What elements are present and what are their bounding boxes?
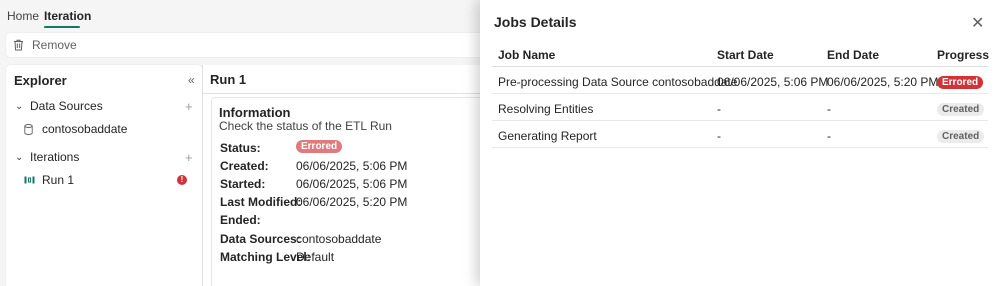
data-sources-label: Data Sources xyxy=(30,99,103,113)
add-icon[interactable]: + xyxy=(185,99,193,114)
run-detail-pane: Run 1 Information Check the status of th… xyxy=(202,65,483,286)
data-sources-field-value: contosobaddate xyxy=(296,232,382,246)
information-subtitle: Check the status of the ETL Run xyxy=(219,119,392,133)
matching-level-value: Default xyxy=(296,250,335,264)
status-value: Errored xyxy=(296,138,343,153)
job-start-date: 06/06/2025, 5:06 PM xyxy=(717,75,829,89)
table-row[interactable]: Pre-processing Data Source contosobaddat… xyxy=(492,67,988,94)
chevron-down-icon[interactable]: ⌄ xyxy=(15,101,23,112)
table-header: Job Name Start Date End Date Progress xyxy=(492,40,990,67)
tab-home[interactable]: Home xyxy=(7,9,39,23)
panel-title: Jobs Details xyxy=(494,14,577,30)
information-title: Information xyxy=(219,105,291,120)
tree-group-data-sources[interactable]: ⌄ Data Sources + xyxy=(6,96,202,116)
table-row[interactable]: Resolving Entities - - Created xyxy=(492,94,988,121)
started-label: Started: xyxy=(220,177,266,191)
remove-button[interactable]: Remove xyxy=(13,38,77,52)
status-badge: Created xyxy=(937,103,985,116)
tree-item-run-1[interactable]: Run 1 ! xyxy=(6,170,202,190)
job-end-date: 06/06/2025, 5:20 PM xyxy=(827,75,939,89)
column-header-job-name: Job Name xyxy=(498,48,556,62)
information-card: Information Check the status of the ETL … xyxy=(211,97,483,286)
last-modified-value: 06/06/2025, 5:20 PM xyxy=(296,195,408,209)
iteration-icon xyxy=(24,176,35,184)
job-name: Pre-processing Data Source contosobaddat… xyxy=(498,75,738,89)
created-label: Created: xyxy=(220,159,269,173)
jobs-details-panel: Jobs Details ✕ Job Name Start Date End D… xyxy=(480,0,999,286)
data-sources-field-label: Data Sources: xyxy=(220,232,301,246)
explorer-panel: Explorer « ⌄ Data Sources + contosobadda… xyxy=(6,65,202,286)
chevron-down-icon[interactable]: ⌄ xyxy=(15,152,23,163)
run-title: Run 1 xyxy=(210,72,247,87)
jobs-table: Job Name Start Date End Date Progress Pr… xyxy=(492,40,990,148)
job-start-date: - xyxy=(717,129,721,143)
status-badge: Created xyxy=(937,130,985,143)
tree-item-contosobaddate[interactable]: contosobaddate xyxy=(6,119,202,139)
explorer-title: Explorer xyxy=(14,73,67,88)
remove-button-label: Remove xyxy=(32,38,77,52)
collapse-panel-icon[interactable]: « xyxy=(188,73,195,87)
job-name: Resolving Entities xyxy=(498,102,594,116)
job-end-date: - xyxy=(827,102,831,116)
toolbar: Remove xyxy=(6,33,526,57)
status-badge: Errored xyxy=(296,140,343,153)
active-tab-indicator xyxy=(44,26,80,28)
job-start-date: - xyxy=(717,102,721,116)
last-modified-label: Last Modified: xyxy=(220,195,302,209)
job-progress: Created xyxy=(937,128,985,143)
status-label: Status: xyxy=(220,141,261,155)
trash-icon xyxy=(14,39,23,51)
job-name: Generating Report xyxy=(498,129,597,143)
error-badge-icon: ! xyxy=(177,175,187,185)
created-value: 06/06/2025, 5:06 PM xyxy=(296,159,408,173)
tree-group-iterations[interactable]: ⌄ Iterations + xyxy=(6,147,202,167)
data-source-label: contosobaddate xyxy=(42,122,128,136)
column-header-progress: Progress xyxy=(937,48,990,62)
job-end-date: - xyxy=(827,129,831,143)
tab-iteration[interactable]: Iteration xyxy=(44,9,91,23)
started-value: 06/06/2025, 5:06 PM xyxy=(296,177,408,191)
iteration-label: Run 1 xyxy=(42,173,75,187)
add-icon[interactable]: + xyxy=(185,150,193,165)
close-icon[interactable]: ✕ xyxy=(971,13,984,33)
divider xyxy=(203,93,483,94)
database-icon xyxy=(24,123,33,135)
iterations-label: Iterations xyxy=(30,150,80,164)
ended-label: Ended: xyxy=(220,213,261,227)
table-row[interactable]: Generating Report - - Created xyxy=(492,121,988,148)
job-progress: Errored xyxy=(937,74,984,89)
job-progress: Created xyxy=(937,101,985,116)
column-header-start-date: Start Date xyxy=(717,48,774,62)
column-header-end-date: End Date xyxy=(827,48,880,62)
status-badge: Errored xyxy=(937,76,984,89)
